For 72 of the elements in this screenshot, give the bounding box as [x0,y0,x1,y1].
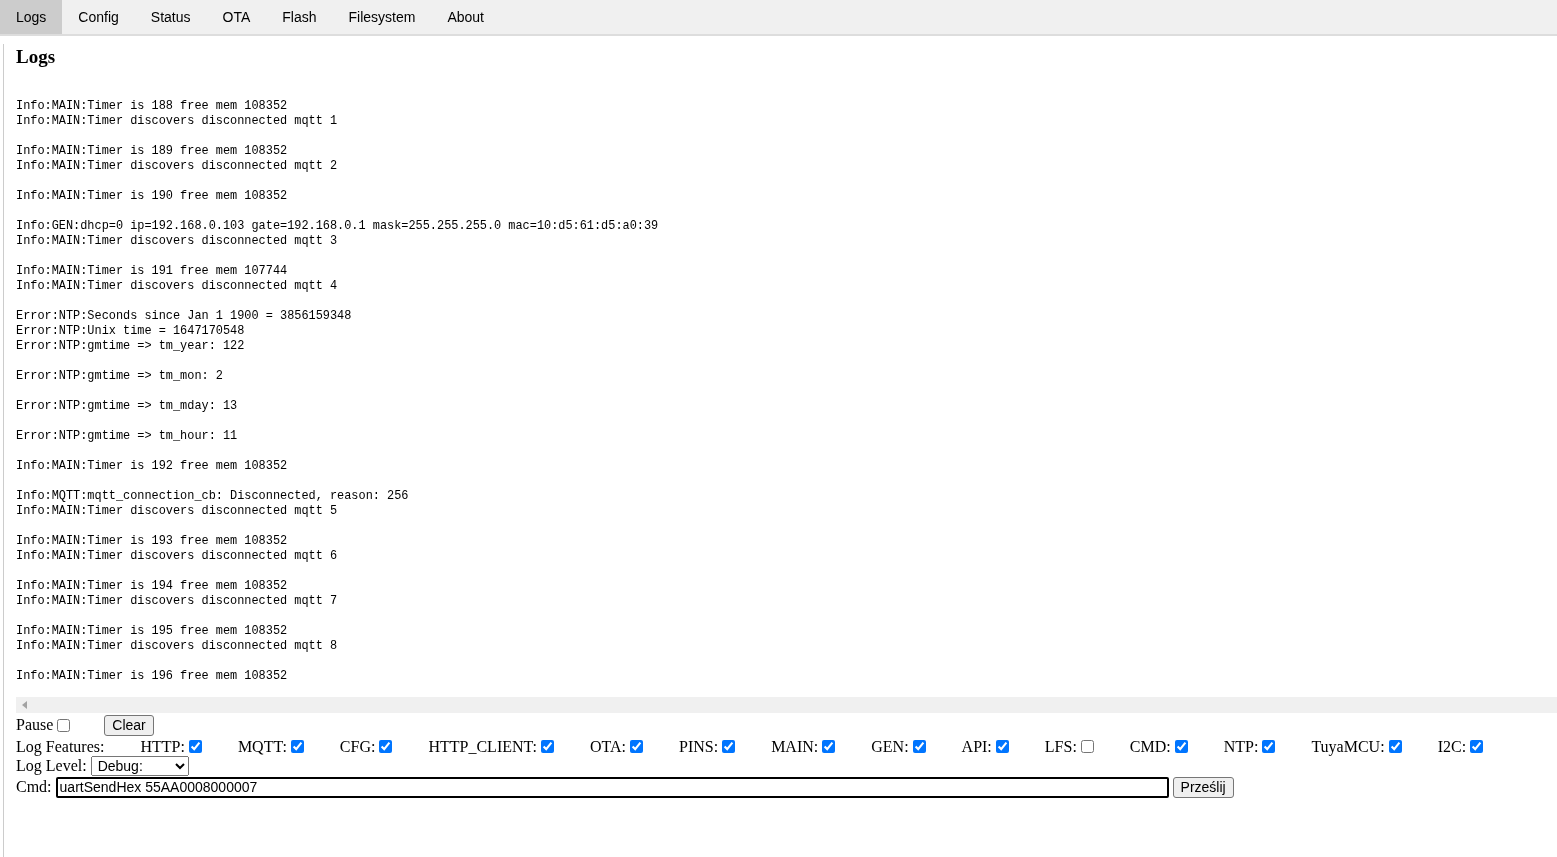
cmd-label: Cmd: [16,778,52,797]
log-line: Error:NTP:Unix time = 1647170548 [16,323,245,339]
checkbox[interactable] [1262,740,1276,754]
checkbox[interactable] [379,740,393,754]
log-line: Error:NTP:gmtime => tm_mon: 2 [16,368,223,384]
tab[interactable]: Logs [0,0,63,34]
checkbox[interactable] [1080,740,1094,754]
horizontal-scrollbar[interactable] [16,696,1557,713]
feature-label: LFS: [1044,737,1077,756]
tab[interactable]: Status [134,0,207,34]
log-line: Info:MAIN:Timer is 195 free mem 108352 [16,623,288,639]
checkbox[interactable] [630,740,643,754]
tab[interactable]: Filesystem [332,0,432,34]
checkbox[interactable] [722,740,736,754]
log-features-label: Log Features: [16,737,105,756]
feature-label: NTP: [1223,737,1259,756]
log-line: Info:MAIN:Timer discovers disconnected mqtt 7 [16,593,338,609]
feature-label: GEN: [871,737,909,756]
feature-label: HTTP_CLIENT: [428,737,537,756]
log-line: Error:NTP:gmtime => tm_mday: 13 [16,398,238,414]
checkbox[interactable] [1174,740,1188,754]
log-line: Info:GEN:dhcp=0 ip=192.168.0.103 gate=192.168.0.1 mask=255.255.255.0 mac=10:d5:61:d5:a0:39 [16,218,659,234]
command-input[interactable]: uartSendHex 55AA0008000007 [55,776,1169,798]
log-line: Info:MAIN:Timer discovers disconnected mqtt 6 [16,548,338,564]
checkbox[interactable] [290,740,304,754]
log-line: Error:NTP:Seconds since Jan 1 1900 = 3856159348 [16,308,352,324]
log-level-select[interactable]: Debug: [90,755,189,776]
log-line: Error:NTP:gmtime => tm_year: 122 [16,338,245,354]
checkbox[interactable] [57,718,71,732]
feature-label: API: [961,737,992,756]
log-line: Info:MAIN:Timer discovers disconnected mqtt 5 [16,503,338,519]
log-level-label: Log Level: [16,756,87,775]
checkbox[interactable] [912,740,926,754]
send-button[interactable]: Prześlij [1172,776,1234,798]
log-line: Info:MAIN:Timer discovers disconnected mqtt 1 [16,113,338,129]
feature-label: CFG: [339,737,376,756]
log-line: Info:MAIN:Timer is 196 free mem 108352 [16,668,288,684]
log-line: Error:NTP:gmtime => tm_hour: 11 [16,428,238,444]
log-line: Info:MAIN:Timer is 191 free mem 107744 [16,263,288,279]
tab[interactable]: About [431,0,500,34]
log-line: Info:MAIN:Timer discovers disconnected mqtt 8 [16,638,338,654]
checkbox[interactable] [822,740,836,754]
log-line: Info:MAIN:Timer is 188 free mem 108352 [16,98,288,114]
log-line: Info:MAIN:Timer is 190 free mem 108352 [16,188,288,204]
tab[interactable]: Config [62,0,135,34]
scroll-left-arrow-icon[interactable] [22,700,27,709]
feature-label: I2C: [1437,737,1467,756]
checkbox[interactable] [1470,740,1484,754]
checkbox[interactable] [188,740,202,754]
checkbox[interactable] [540,740,554,754]
feature-label: OTA: [589,737,626,756]
feature-label: CMD: [1129,737,1171,756]
log-line: Info:MAIN:Timer is 192 free mem 108352 [16,458,288,474]
page-heading: Logs [16,45,57,69]
log-line: Info:MAIN:Timer discovers disconnected mqtt 3 [16,233,338,249]
log-line: Info:MAIN:Timer discovers disconnected mqtt 4 [16,278,338,294]
checkbox[interactable] [995,740,1009,754]
clear-button[interactable]: Clear [104,714,154,736]
feature-label: HTTP: [140,737,185,756]
feature-label: MQTT: [237,737,287,756]
feature-label: TuyaMCU: [1311,737,1385,756]
log-line: Info:MAIN:Timer is 194 free mem 108352 [16,578,288,594]
log-line: Info:MAIN:Timer is 193 free mem 108352 [16,533,288,549]
tab[interactable]: OTA [206,0,267,34]
feature-label: MAIN: [771,737,819,756]
log-line: Info:MAIN:Timer discovers disconnected mqtt 2 [16,158,338,174]
checkbox[interactable] [1388,740,1402,754]
log-line: Info:MQTT:mqtt_connection_cb: Disconnected, reason: 256 [16,488,409,504]
pause-label: Pause [16,716,54,735]
log-line: Info:MAIN:Timer is 189 free mem 108352 [16,143,288,159]
feature-label: PINS: [679,737,719,756]
tab[interactable]: Flash [266,0,333,34]
